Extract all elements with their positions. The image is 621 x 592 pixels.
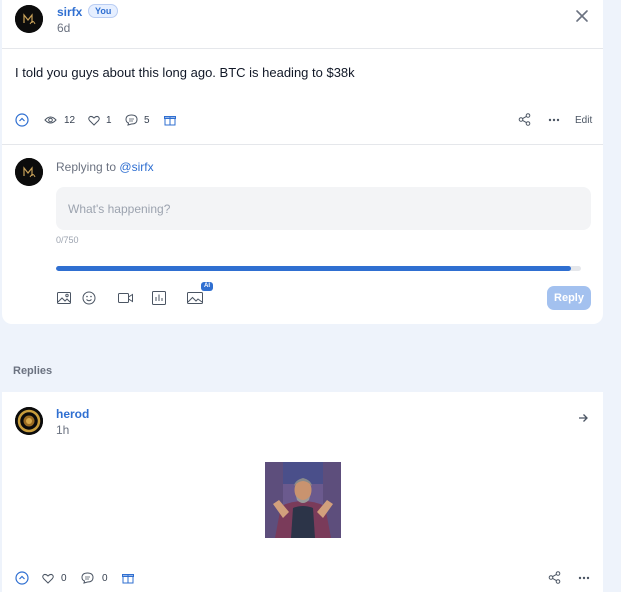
share-icon[interactable] [548,571,561,584]
reply-image[interactable] [265,462,341,538]
author-name[interactable]: sirfx [57,5,82,19]
likes-count: 1 [106,115,112,126]
gift-icon[interactable] [122,572,134,584]
replies-heading: Replies [13,365,53,377]
post-time: 6d [57,21,71,35]
heart-icon[interactable] [88,115,100,126]
progress-fill [56,266,571,271]
reply-card: herod 1h 0 0 [2,392,603,592]
avatar-lion-logo-icon [15,407,43,435]
reply-input[interactable] [56,187,591,230]
avatar[interactable] [15,407,43,435]
replying-handle[interactable]: @sirfx [119,160,153,174]
comment-icon[interactable] [81,572,94,584]
avatar [15,158,43,186]
views-count: 12 [64,115,76,126]
close-icon[interactable] [575,9,589,23]
post-text: I told you guys about this long ago. BTC… [15,65,355,80]
meme-photo-icon [265,462,341,538]
ai-badge: AI [201,282,213,291]
avatar-monogram-icon [15,158,43,186]
video-icon[interactable] [118,293,133,303]
comments-count: 5 [144,115,150,126]
post-card: sirfx You 6d I told you guys about this … [2,0,603,324]
divider [2,48,603,49]
arrow-right-icon[interactable] [578,413,588,423]
heart-icon[interactable] [42,573,54,584]
more-icon[interactable] [578,576,590,580]
reply-time: 1h [56,423,70,437]
avatar[interactable] [15,5,43,33]
upvote-icon[interactable] [15,571,29,585]
edit-link[interactable]: Edit [575,115,592,126]
avatar-monogram-icon [15,5,43,33]
reply-comments-count: 0 [102,573,108,584]
reply-button[interactable]: Reply [547,286,591,310]
emoji-icon[interactable] [82,291,96,305]
upvote-icon[interactable] [15,113,29,127]
share-icon[interactable] [518,113,531,126]
you-badge: You [88,4,119,18]
poll-icon[interactable] [152,291,166,305]
eye-icon [44,115,57,125]
character-counter: 0/750 [56,235,79,245]
divider [2,144,603,145]
reply-likes-count: 0 [61,573,67,584]
comment-icon[interactable] [125,114,138,126]
progress-bar [56,266,581,271]
more-icon[interactable] [548,118,560,122]
gift-icon[interactable] [164,114,176,126]
replying-prefix: Replying to [56,160,117,174]
image-icon[interactable] [57,292,71,304]
ai-image-icon[interactable] [187,292,203,304]
replying-to: Replying to @sirfx [56,160,154,174]
reply-author-name[interactable]: herod [56,407,89,421]
